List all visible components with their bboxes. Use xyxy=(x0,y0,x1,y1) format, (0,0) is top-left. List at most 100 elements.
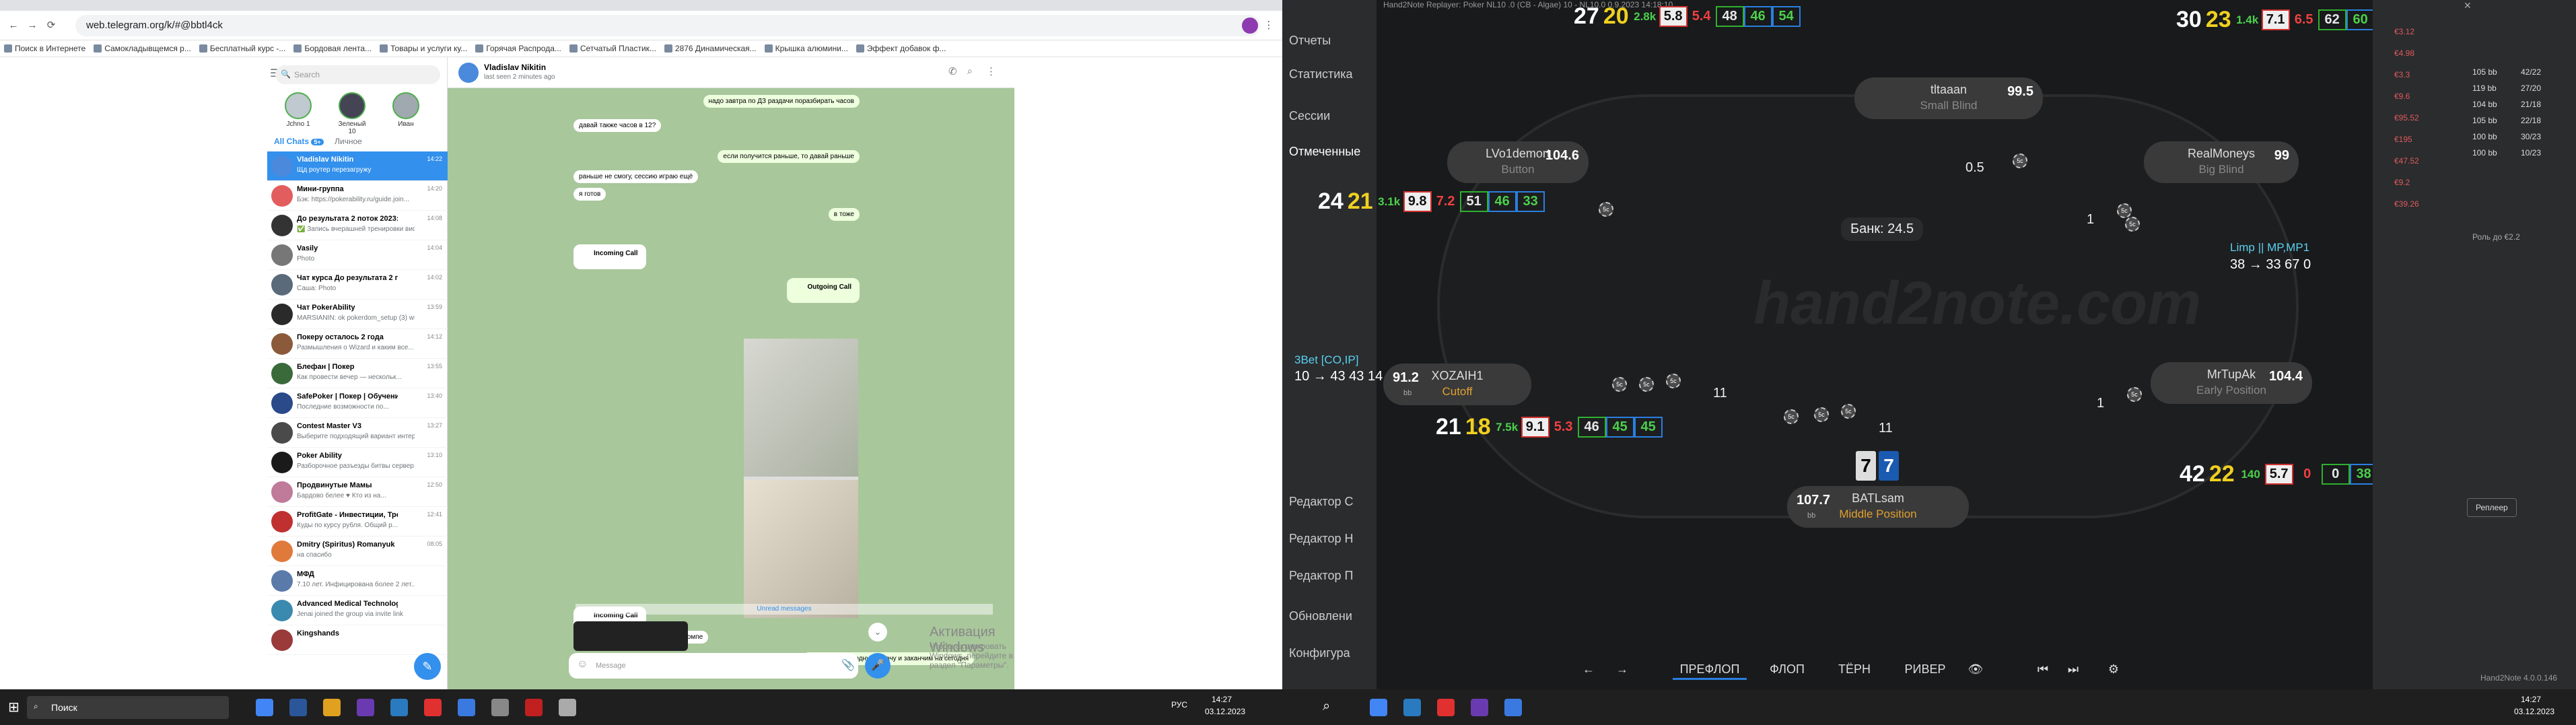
menu-icon[interactable]: ⋮ xyxy=(1262,19,1276,32)
app-icon[interactable] xyxy=(357,699,374,716)
chat-list-item[interactable]: ProfitGate - Инвестиции, Трейдин... Куды … xyxy=(267,507,448,537)
word-icon[interactable] xyxy=(289,699,307,716)
close-icon[interactable]: ✕ xyxy=(2464,0,2477,11)
search-input[interactable]: Search xyxy=(275,65,440,84)
app-icon[interactable] xyxy=(1471,699,1488,716)
compose-icon[interactable]: ✎ xyxy=(414,653,441,680)
app-icon[interactable] xyxy=(390,699,408,716)
app-icon[interactable] xyxy=(525,699,543,716)
seat-LVo1demort[interactable]: LVo1demort Button 104.6 xyxy=(1447,141,1589,183)
avatar[interactable] xyxy=(458,63,479,83)
bookmark-item[interactable]: Бордовая лента... xyxy=(293,44,372,53)
clock-time[interactable]: 14:27 xyxy=(2521,695,2541,704)
bookmark-item[interactable]: Эффект добавок ф... xyxy=(856,44,946,53)
eye-icon[interactable]: 👁 xyxy=(1965,658,1986,680)
forward-icon[interactable]: → xyxy=(26,19,39,32)
street-button-preflop[interactable]: ПРЕФЛОП xyxy=(1673,658,1747,680)
windows-start-icon[interactable]: ⊞ xyxy=(8,699,20,716)
story-3[interactable]: Иван xyxy=(388,92,423,128)
more-icon[interactable]: ⋮ xyxy=(986,65,996,77)
chat-list-item[interactable]: МФД 7.10 лет. Инфицирована более 2 лет... xyxy=(267,566,448,596)
chat-list-item[interactable]: Чат курса До результата 2 поток ... Саша:… xyxy=(267,270,448,300)
clock-time[interactable]: 14:27 xyxy=(1212,695,1232,704)
attach-icon[interactable]: 📎 xyxy=(841,658,855,672)
chat-list-item[interactable]: Dmitry (Spiritus) Romanyuk на спасибо 08:0… xyxy=(267,537,448,566)
chat-list-item[interactable]: SafePoker | Покер | Обучение | Сл... Посл… xyxy=(267,388,448,418)
app-icon[interactable] xyxy=(491,699,509,716)
step-forward-icon[interactable]: → xyxy=(1612,658,1632,680)
search-icon[interactable]: ⌕ xyxy=(967,65,973,77)
chat-list-item[interactable]: Продвинутые Мамы Бардово белее ♥ Кто из н… xyxy=(267,477,448,507)
app-icon[interactable] xyxy=(458,699,475,716)
bookmark-item[interactable]: Поиск в Интернете xyxy=(4,44,85,53)
bookmark-item[interactable]: Товары и услуги ку... xyxy=(380,44,467,53)
app-icon[interactable] xyxy=(559,699,576,716)
app-icon[interactable] xyxy=(1437,699,1455,716)
message-input[interactable]: Message xyxy=(569,653,858,679)
clock-date[interactable]: 03.12.2023 xyxy=(2514,707,2554,716)
bookmark-item[interactable]: Горячая Распрода... xyxy=(475,44,561,53)
explorer-icon[interactable] xyxy=(323,699,341,716)
chat-list-item[interactable]: Contest Master V3 Выберите подходящий вар… xyxy=(267,418,448,448)
reload-icon[interactable]: ⟳ xyxy=(44,19,58,32)
chat-list-item[interactable]: Чат PokerAbility MARSIANIN: ok pokerdom_s… xyxy=(267,300,448,329)
step-back-icon[interactable]: ← xyxy=(1578,658,1599,680)
chrome-icon[interactable] xyxy=(1370,699,1387,716)
photo-message[interactable] xyxy=(744,339,858,618)
profile-avatar[interactable] xyxy=(1242,18,1258,34)
hud-LVo1demort[interactable]: 24 21 3.1k 9.8 7.2 51 46 33 xyxy=(1316,190,1545,213)
seat-MrTupAk[interactable]: MrTupAk Early Position 104.4 xyxy=(2151,362,2312,404)
photo-1[interactable] xyxy=(744,339,858,477)
taskbar-search[interactable]: ⌕ Поиск xyxy=(27,696,229,719)
address-bar[interactable]: web.telegram.org/k/#@bbtl4ck xyxy=(75,15,1260,36)
bookmark-item[interactable]: Сетчатый Пластик... xyxy=(569,44,656,53)
last-hand-icon[interactable]: ⏭ xyxy=(2063,658,2083,680)
clock-date[interactable]: 03.12.2023 xyxy=(1205,707,1245,716)
opera-icon[interactable] xyxy=(424,699,442,716)
chat-list-item[interactable]: Покеру осталось 2 года Размышления о Wiza… xyxy=(267,329,448,359)
street-button-turn[interactable]: ТЁРН xyxy=(1827,658,1881,680)
bookmark-item[interactable]: Бесплатный курс -... xyxy=(199,44,285,53)
chrome-icon[interactable] xyxy=(256,699,273,716)
search-icon[interactable]: ⌕ xyxy=(1323,699,1330,714)
chat-list-item[interactable]: Kingshands xyxy=(267,625,448,655)
hud-XOZAIH1[interactable]: 21 18 7.5k 9.1 5.3 46 45 45 xyxy=(1434,415,1663,438)
scroll-down-icon[interactable]: ⌄ xyxy=(868,623,887,642)
phone-icon[interactable]: ✆ xyxy=(948,65,957,77)
hud-tltaaan[interactable]: 27 20 2.8k 5.8 5.4 48 46 54 xyxy=(1572,5,1801,28)
emoji-icon[interactable]: ☺ xyxy=(577,658,588,670)
chat-list-item[interactable]: До результата 2 поток 2023: Кураторо... ✅… xyxy=(267,211,448,240)
story-1[interactable]: Jchno 1 xyxy=(281,92,316,128)
replayer-button[interactable]: Реплеер xyxy=(2467,498,2517,517)
hud-MrTupAk[interactable]: 42221405.7003850 xyxy=(2178,462,2406,485)
first-hand-icon[interactable]: ⏮ xyxy=(2033,658,2053,680)
microphone-icon[interactable]: 🎤 xyxy=(865,653,891,679)
story-2[interactable]: Зеленый 10 xyxy=(335,92,370,135)
contact-name[interactable]: Vladislav Nikitin xyxy=(484,63,546,72)
photo-2[interactable] xyxy=(744,480,858,618)
street-button-flop[interactable]: ФЛОП xyxy=(1760,658,1814,680)
settings-icon[interactable]: ⚙ xyxy=(2103,658,2124,680)
seat-RealMoneys[interactable]: RealMoneys Big Blind 99 xyxy=(2144,141,2299,183)
bookmark-item[interactable]: 2876 Динамическая... xyxy=(664,44,757,53)
bookmark-item[interactable]: Крышка алюмини... xyxy=(764,44,848,53)
chat-list-item[interactable]: Vasily Photo 14:04 xyxy=(267,240,448,270)
chat-list-item[interactable]: Poker Ability Разборочное разъезды битвы … xyxy=(267,448,448,477)
app-icon[interactable] xyxy=(1403,699,1421,716)
chat-list-item[interactable]: Мини-группа Бэк: https://pokerability.ru/… xyxy=(267,181,448,211)
tab-all-chats[interactable]: All Chats 5+ xyxy=(274,137,324,146)
chat-list-item[interactable]: Блефан | Покер Как провести вечер — неско… xyxy=(267,359,448,388)
hud-RealMoneys[interactable]: 30231.4k7.16.562606.2 xyxy=(2174,8,2403,31)
back-icon[interactable]: ← xyxy=(7,19,20,32)
chat-list-item[interactable]: Vladislav Nikitin Щд роутер перезагружу 14… xyxy=(267,151,448,181)
bookmark-item[interactable]: Самокладывщемся р... xyxy=(94,44,191,53)
app-icon[interactable] xyxy=(1504,699,1522,716)
chat-list-item[interactable]: Advanced Medical Technologies Jenai joine… xyxy=(267,596,448,625)
seat-BATLsam[interactable]: BATLsam Middle Position 107.7 bb xyxy=(1787,486,1969,528)
seat-tltaaan[interactable]: tltaaan Small Blind 99.5 xyxy=(1854,77,2043,119)
video-preview[interactable] xyxy=(573,621,688,651)
seat-XOZAIH1[interactable]: XOZAIH1 Cutoff 91.2 bb xyxy=(1383,364,1531,405)
tab-personal[interactable]: Личное xyxy=(335,137,362,146)
language-indicator[interactable]: РУС xyxy=(1171,700,1187,710)
street-button-river[interactable]: РИВЕР xyxy=(1895,658,1955,680)
